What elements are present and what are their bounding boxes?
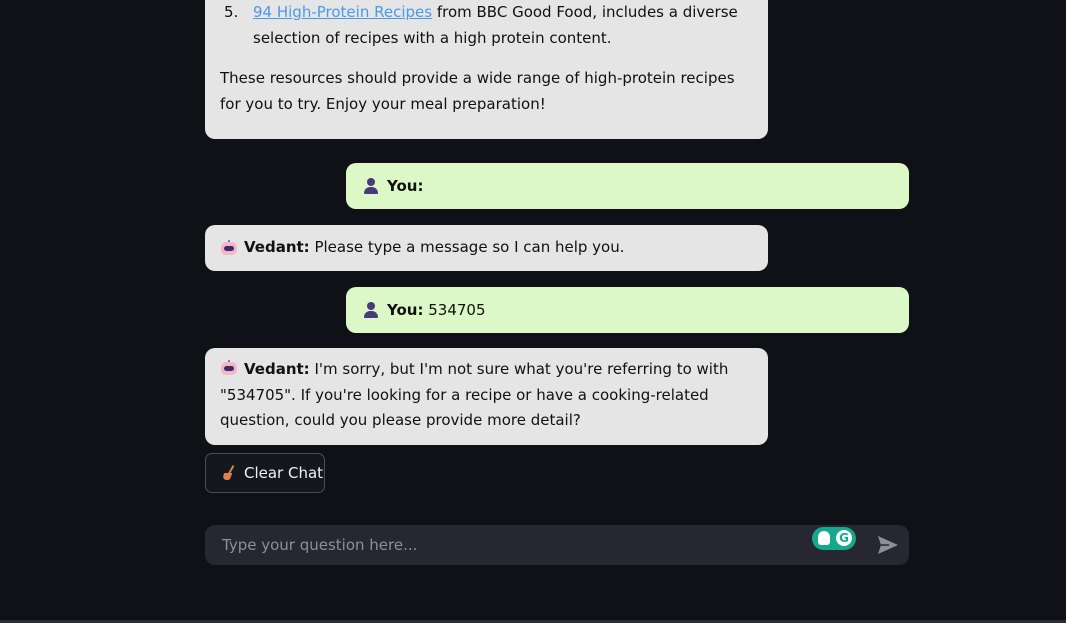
broom-icon xyxy=(221,465,236,481)
user-icon xyxy=(363,178,379,194)
user-label: You: xyxy=(387,177,424,195)
user-message: You: xyxy=(346,163,909,209)
robot-icon xyxy=(220,360,238,376)
grammarly-icon[interactable]: G xyxy=(812,527,856,550)
robot-icon xyxy=(220,240,238,256)
clear-chat-label: Clear Chat xyxy=(244,464,324,482)
send-icon[interactable] xyxy=(877,535,899,555)
user-message-text: 534705 xyxy=(428,301,486,319)
user-message: You: 534705 xyxy=(346,287,909,333)
bot-label: Vedant: xyxy=(244,238,310,257)
bot-message: 5. 94 High-Protein Recipes from BBC Good… xyxy=(205,0,768,139)
chat-input[interactable] xyxy=(205,525,805,565)
recipe-link[interactable]: 94 High-Protein Recipes xyxy=(253,3,432,21)
bot-message: Vedant: I'm sorry, but I'm not sure what… xyxy=(205,348,768,445)
user-icon xyxy=(363,302,379,318)
bot-message: Vedant: Please type a message so I can h… xyxy=(205,225,768,271)
list-item-text: 94 High-Protein Recipes from BBC Good Fo… xyxy=(253,0,754,51)
list-number: 5. xyxy=(224,3,239,21)
bot-message-text: Please type a message so I can help you. xyxy=(314,238,625,257)
user-label: You: xyxy=(387,301,424,319)
chat-page: 5. 94 High-Protein Recipes from BBC Good… xyxy=(0,0,1066,623)
bot-message-closing: These resources should provide a wide ra… xyxy=(220,69,735,113)
list-item: 5. 94 High-Protein Recipes from BBC Good… xyxy=(220,0,754,51)
clear-chat-button[interactable]: Clear Chat xyxy=(205,453,325,493)
bot-label: Vedant: xyxy=(244,360,310,378)
chat-input-container: G xyxy=(205,525,909,565)
